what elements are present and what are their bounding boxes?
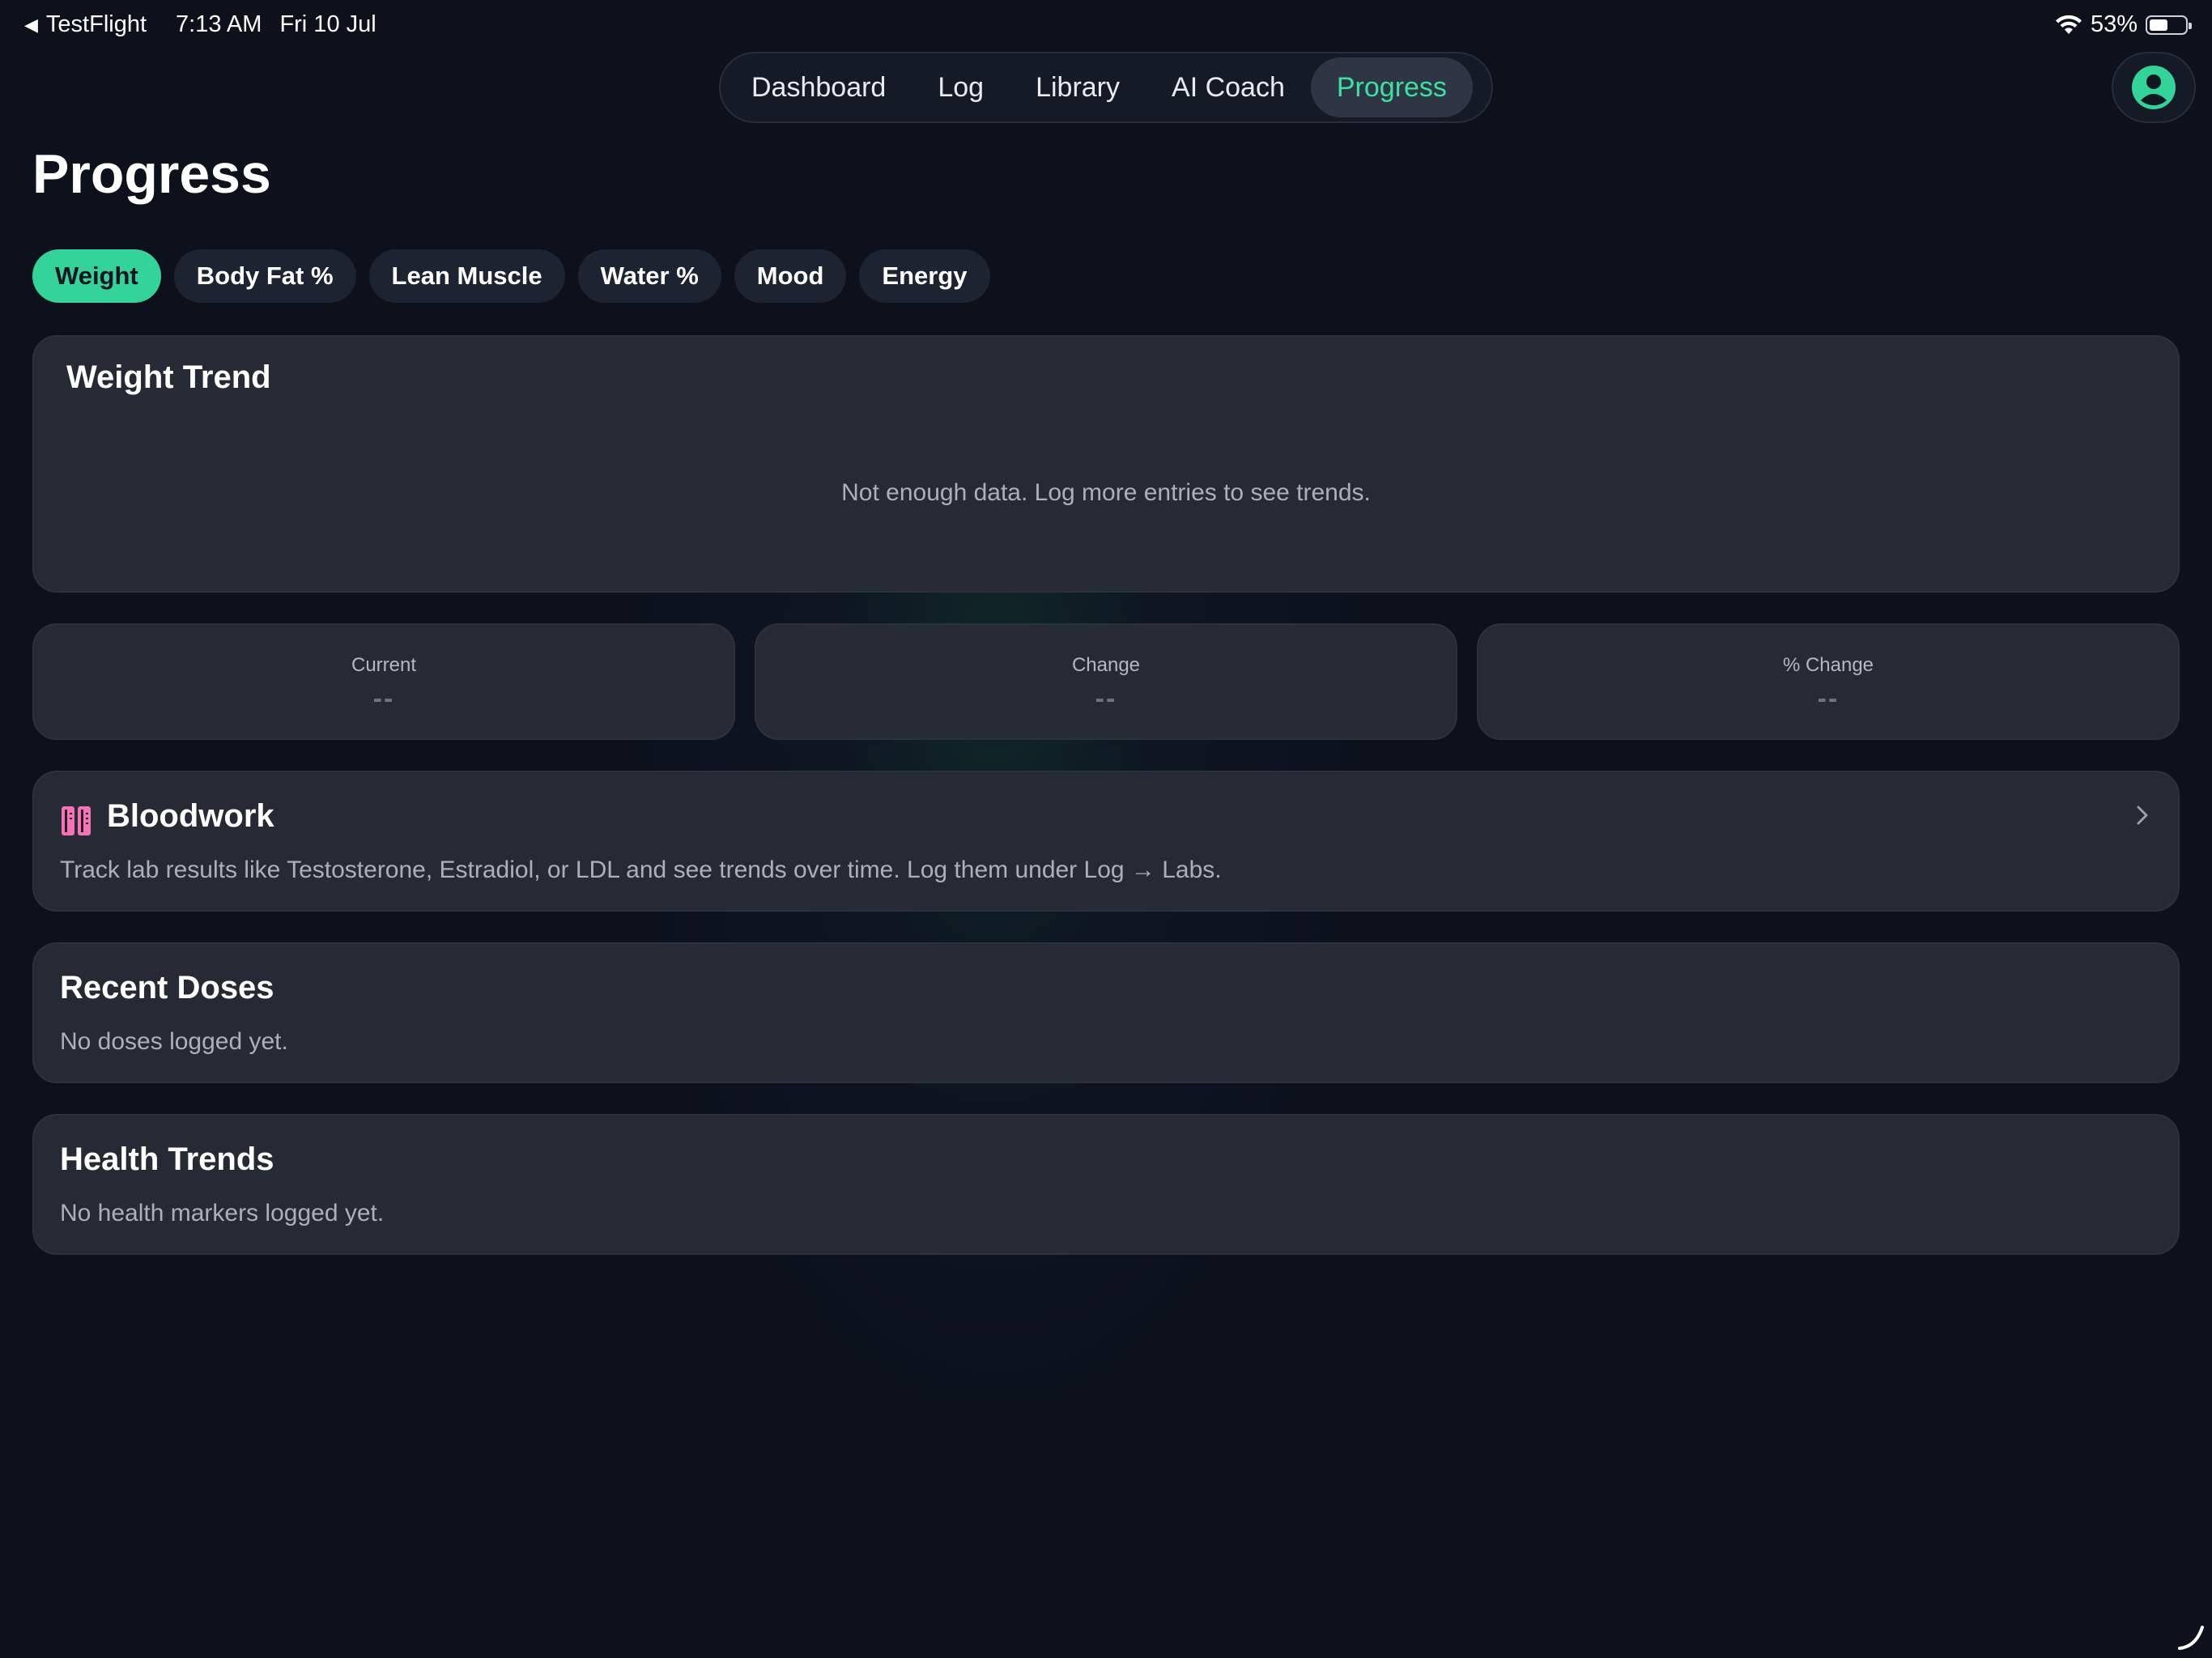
recent-doses-empty-message: No doses logged yet. <box>60 1028 288 1055</box>
stat-percent-change-label: % Change <box>1782 654 1874 676</box>
top-navigation: Dashboard Log Library AI Coach Progress <box>719 52 1493 123</box>
back-app-label[interactable]: TestFlight <box>46 11 147 38</box>
test-tubes-icon <box>62 806 91 835</box>
profile-button[interactable] <box>2112 52 2196 123</box>
stat-current-value: -- <box>372 683 395 714</box>
stat-current-card: Current -- <box>32 623 735 740</box>
tab-progress[interactable]: Progress <box>1310 57 1473 117</box>
bloodwork-title: Bloodwork <box>107 798 274 834</box>
health-trends-card: Health Trends No health markers logged y… <box>32 1114 2180 1255</box>
chip-energy[interactable]: Energy <box>859 249 990 303</box>
back-triangle-icon[interactable]: ◀ <box>24 15 38 36</box>
stat-change-card: Change -- <box>755 623 1457 740</box>
status-time: 7:13 AM <box>176 11 262 37</box>
page-title: Progress <box>32 143 271 205</box>
user-avatar-icon <box>2132 66 2176 109</box>
recent-doses-title: Recent Doses <box>60 970 274 1005</box>
chip-water[interactable]: Water % <box>577 249 721 303</box>
trend-empty-message: Not enough data. Log more entries to see… <box>841 479 1371 506</box>
stat-percent-change-value: -- <box>1817 683 1840 714</box>
stat-change-label: Change <box>1071 654 1141 676</box>
wifi-icon <box>2055 15 2082 34</box>
metric-selector: Weight Body Fat % Lean Muscle Water % Mo… <box>32 249 990 303</box>
stat-change-value: -- <box>1095 683 1117 714</box>
tab-dashboard[interactable]: Dashboard <box>725 57 912 117</box>
tab-ai-coach[interactable]: AI Coach <box>1146 57 1311 117</box>
weight-trend-card: Weight Trend Not enough data. Log more e… <box>32 335 2180 593</box>
health-trends-empty-message: No health markers logged yet. <box>60 1200 385 1226</box>
chip-body-fat[interactable]: Body Fat % <box>173 249 356 303</box>
battery-icon <box>2146 15 2192 35</box>
chip-weight[interactable]: Weight <box>32 249 161 303</box>
stat-current-label: Current <box>351 654 417 676</box>
stat-percent-change-card: % Change -- <box>1477 623 2180 740</box>
chevron-right-icon[interactable] <box>2134 803 2150 827</box>
tab-log[interactable]: Log <box>912 57 1010 117</box>
scroll-indicator-icon <box>2178 1626 2204 1650</box>
health-trends-title: Health Trends <box>60 1141 274 1177</box>
recent-doses-card: Recent Doses No doses logged yet. <box>32 942 2180 1083</box>
chip-mood[interactable]: Mood <box>734 249 847 303</box>
status-bar: ◀ TestFlight 7:13 AM Fri 10 Jul 53% <box>0 0 2212 52</box>
tab-library[interactable]: Library <box>1010 57 1146 117</box>
status-date: Fri 10 Jul <box>279 11 376 37</box>
chip-lean-muscle[interactable]: Lean Muscle <box>368 249 565 303</box>
battery-percent: 53% <box>2090 11 2138 37</box>
bloodwork-description: Track lab results like Testosterone, Est… <box>60 857 1222 883</box>
trend-title: Weight Trend <box>66 359 271 395</box>
bloodwork-card[interactable]: Bloodwork Track lab results like Testost… <box>32 771 2180 912</box>
